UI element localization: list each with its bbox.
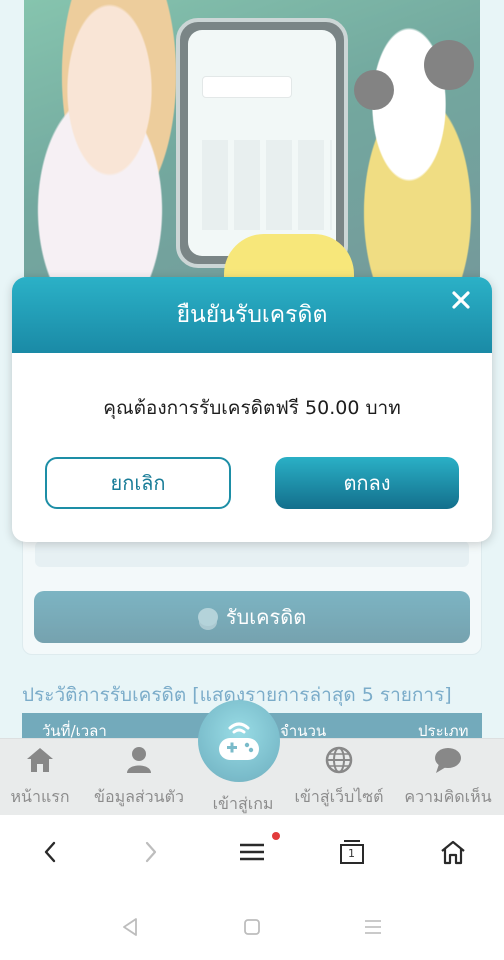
notification-dot [272, 832, 280, 840]
modal-header: ยืนยันรับเครดิต [12, 277, 492, 353]
system-home-icon[interactable] [237, 914, 267, 940]
system-nav-bar [0, 890, 504, 960]
tab-count: 1 [348, 847, 355, 860]
system-recents-icon[interactable] [358, 914, 388, 940]
cancel-button[interactable]: ยกเลิก [45, 457, 231, 509]
home-icon[interactable] [433, 835, 473, 869]
tabs-icon[interactable]: 1 [332, 835, 372, 869]
modal-title: ยืนยันรับเครดิต [176, 302, 328, 328]
confirm-credit-modal: ยืนยันรับเครดิต คุณต้องการรับเครดิตฟรี 5… [12, 277, 492, 542]
modal-message: คุณต้องการรับเครดิตฟรี 50.00 บาท [103, 397, 401, 419]
browser-toolbar: 1 [0, 815, 504, 890]
confirm-button[interactable]: ตกลง [275, 457, 459, 509]
forward-icon[interactable] [131, 835, 171, 869]
close-icon[interactable] [448, 287, 474, 313]
back-icon[interactable] [30, 835, 70, 869]
system-back-icon[interactable] [115, 914, 145, 940]
menu-icon[interactable] [232, 835, 272, 869]
